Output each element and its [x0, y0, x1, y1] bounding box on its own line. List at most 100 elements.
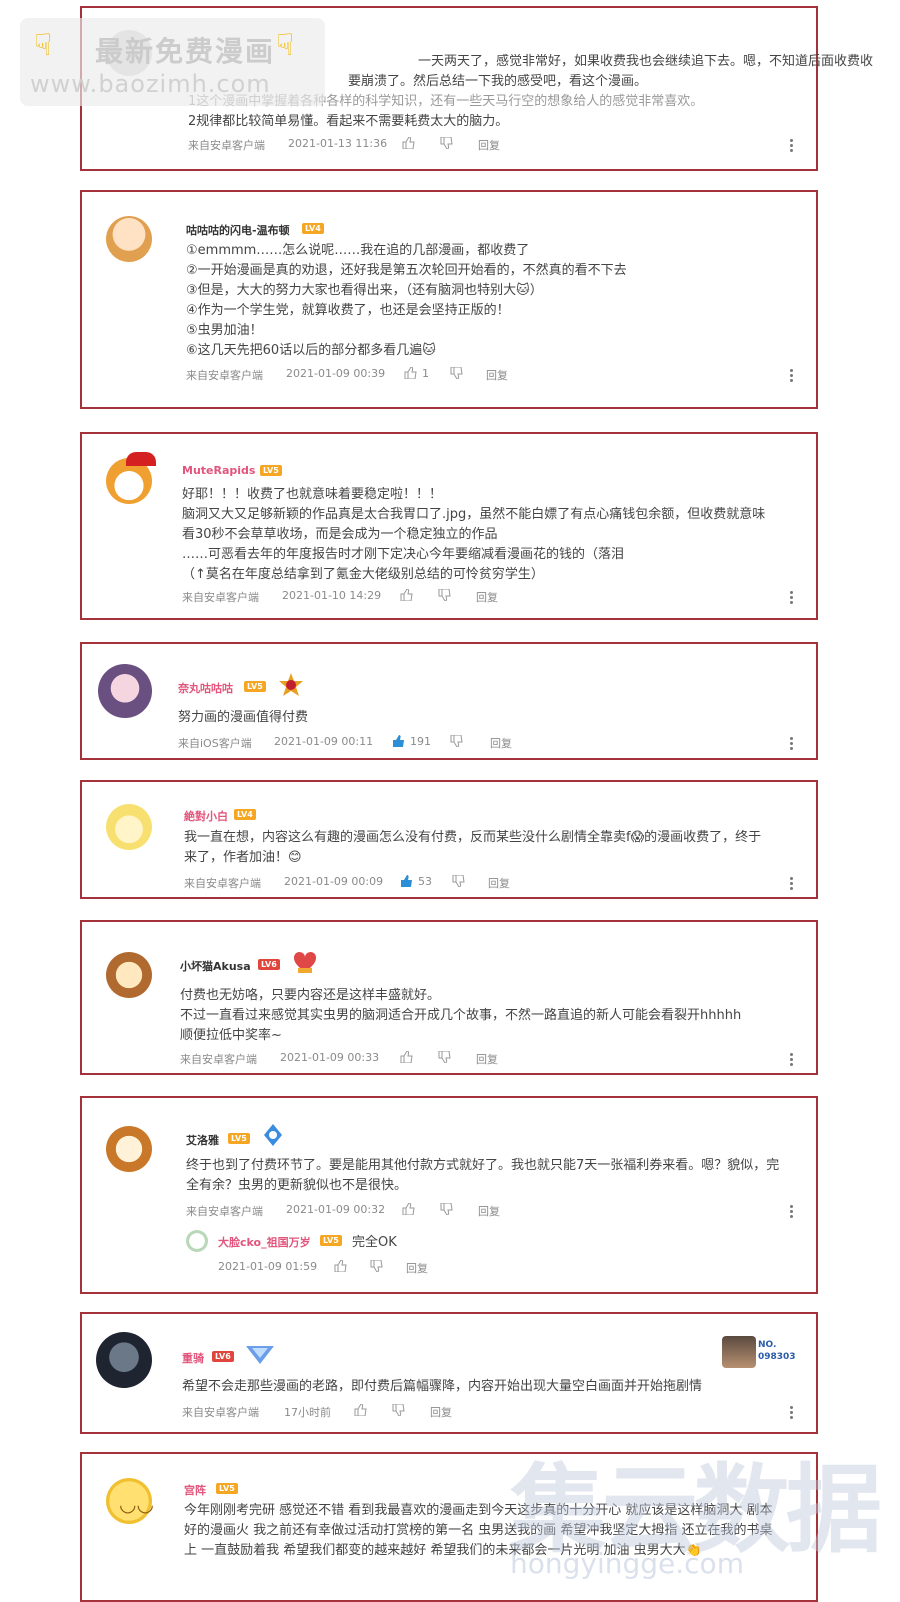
username[interactable]: 小坏猫Akusa	[180, 958, 251, 974]
comment-line: ④作为一个学生党，就算收费了，也还是会坚持正版的！	[186, 303, 510, 318]
timestamp: 2021-01-13 11:36	[288, 137, 388, 150]
like-icon[interactable]	[354, 1404, 367, 1419]
comment-card: 小坏猫Akusa LV6 付费也无妨咯，只要内容还是这样丰盛就好。 不过一直看过…	[80, 920, 818, 1075]
more-options-icon[interactable]	[790, 1205, 794, 1220]
comment-content: 希望不会走那些漫画的老路，即付费后篇幅骤降，内容开始出现大量空白画面并开始拖剧情	[182, 1377, 702, 1397]
dislike-icon[interactable]	[450, 367, 463, 382]
username[interactable]: 重骑	[182, 1350, 204, 1366]
username[interactable]: 奈丸咕咕咕	[178, 680, 233, 696]
username[interactable]: MuteRapids	[182, 464, 255, 477]
timestamp: 2021-01-09 00:33	[280, 1051, 380, 1064]
medal-icon	[246, 1346, 274, 1364]
comment-line: ①emmmm……怎么说呢……我在追的几部漫画，都收费了	[186, 243, 530, 258]
smiley-face-icon: ◡◡	[119, 1492, 154, 1516]
avatar[interactable]	[96, 1332, 152, 1388]
timestamp: 2021-01-09 00:09	[284, 875, 384, 888]
fan-badge-avatar	[722, 1336, 756, 1368]
source-label: 来自安卓客户端	[184, 877, 261, 890]
comment-line: 努力画的漫画值得付费	[178, 710, 309, 725]
dislike-icon[interactable]	[438, 1051, 451, 1066]
like-icon[interactable]	[402, 1203, 415, 1218]
source-label: 来自iOS客户端	[178, 737, 252, 750]
reply-avatar[interactable]	[186, 1230, 208, 1252]
like-count: 191	[410, 735, 431, 748]
more-options-icon[interactable]	[790, 139, 794, 154]
comment-line: 看30秒不会草草收场，而是会成为一个稳定独立的作品	[182, 527, 498, 542]
avatar[interactable]	[106, 216, 152, 262]
like-icon[interactable]	[402, 137, 415, 152]
comment-content: 我一直在想，内容这么有趣的漫画怎么没有付费，反而某些没什么剧情全靠卖f😱的漫画收…	[184, 828, 761, 868]
comment-card: 重骑 LV6 NO. 098303 希望不会走那些漫画的老路，即付费后篇幅骤降，…	[80, 1312, 818, 1434]
like-icon[interactable]	[400, 589, 413, 604]
comment-line: 好耶！！！收费了也就意味着要稳定啦！！！	[182, 487, 443, 502]
more-options-icon[interactable]	[790, 369, 794, 384]
fan-badge: NO. 098303	[722, 1336, 802, 1370]
pointing-hand-icon: ☟	[276, 28, 295, 63]
more-options-icon[interactable]	[790, 1406, 794, 1421]
comment-card: 奈丸咕咕咕 LV5 努力画的漫画值得付费 来自iOS客户端 2021-01-09…	[80, 642, 818, 760]
dislike-icon[interactable]	[438, 589, 451, 604]
watermark-title: 最新免费漫画	[95, 35, 276, 68]
username[interactable]: 艾洛雅	[186, 1132, 219, 1148]
pointing-hand-icon: ☟	[34, 28, 53, 63]
reply-username[interactable]: 大脸cko_祖国万岁	[218, 1234, 311, 1250]
reply-button[interactable]: 回复	[476, 589, 498, 605]
comment-content: 努力画的漫画值得付费	[178, 708, 308, 728]
reply-button[interactable]: 回复	[406, 1260, 428, 1276]
medal-icon	[264, 1124, 282, 1146]
username[interactable]: 宫阵	[184, 1482, 206, 1498]
comment-card: 艾洛雅 LV5 终于也到了付费环节了。要是能用其他付款方式就好了。我也就只能7天…	[80, 1096, 818, 1294]
avatar[interactable]	[106, 1126, 152, 1172]
dislike-icon[interactable]	[452, 875, 465, 890]
comment-line: 付费也无妨咯，只要内容还是这样丰盛就好。	[180, 988, 441, 1003]
level-badge: LV5	[244, 681, 266, 692]
more-options-icon[interactable]	[790, 877, 794, 892]
username[interactable]: 咕咕咕的闪电-温布顿	[186, 222, 290, 238]
reply-button[interactable]: 回复	[478, 1203, 500, 1219]
level-badge: LV4	[302, 223, 324, 234]
dislike-icon[interactable]	[440, 137, 453, 152]
santa-hat-icon	[126, 452, 156, 466]
reply-button[interactable]: 回复	[488, 875, 510, 891]
reply-button[interactable]: 回复	[430, 1404, 452, 1420]
comment-content: 终于也到了付费环节了。要是能用其他付款方式就好了。我也就只能7天一张福利券来看。…	[186, 1156, 779, 1196]
like-count: 1	[422, 367, 429, 380]
like-icon-active[interactable]	[392, 735, 405, 750]
more-options-icon[interactable]	[790, 1053, 794, 1068]
timestamp: 2021-01-09 01:59	[218, 1260, 318, 1273]
corner-watermark-url: hongyingge.com	[510, 1547, 744, 1580]
avatar[interactable]	[106, 952, 152, 998]
more-options-icon[interactable]	[790, 737, 794, 752]
avatar[interactable]	[106, 804, 152, 850]
avatar[interactable]	[98, 664, 152, 718]
reply-button[interactable]: 回复	[478, 137, 500, 153]
comment-line: 来了，作者加油！😊	[184, 850, 302, 865]
reply-button[interactable]: 回复	[486, 367, 508, 383]
more-options-icon[interactable]	[790, 591, 794, 606]
like-icon[interactable]	[400, 1051, 413, 1066]
site-watermark: ☟ 最新免费漫画 ☟ www.baozimh.com	[20, 18, 325, 106]
watermark-url: www.baozimh.com	[30, 70, 271, 98]
dislike-icon[interactable]	[450, 735, 463, 750]
level-badge: LV4	[234, 809, 256, 820]
username[interactable]: 絶對小白	[184, 808, 228, 824]
dislike-icon[interactable]	[440, 1203, 453, 1218]
comment-line: 脑洞又大又足够新颖的作品真是太合我胃口了.jpg，虽然不能白嫖了有点心痛钱包余额…	[182, 507, 766, 522]
corner-watermark: 集云数据 hongyingge.com	[510, 1432, 890, 1582]
reply-button[interactable]: 回复	[476, 1051, 498, 1067]
source-label: 来自安卓客户端	[180, 1053, 257, 1066]
comment-line: 我一直在想，内容这么有趣的漫画怎么没有付费，反而某些没什么剧情全靠卖f😱的漫画收…	[184, 830, 762, 845]
like-icon[interactable]	[404, 367, 417, 382]
like-icon-active[interactable]	[400, 875, 413, 890]
timestamp: 2021-01-09 00:32	[286, 1203, 386, 1216]
comment-line: 顺便拉低中奖率~	[180, 1028, 282, 1043]
comment-card: MuteRapids LV5 好耶！！！收费了也就意味着要稳定啦！！！ 脑洞又大…	[80, 432, 818, 620]
comment-line: 全有余？虫男的更新貌似也不是很快。	[186, 1178, 408, 1193]
reply-button[interactable]: 回复	[490, 735, 512, 751]
comment-line: ⑤虫男加油！	[186, 323, 263, 338]
comment-line: 2规律都比较简单易懂。看起来不需要耗费太大的脑力。	[188, 114, 509, 129]
dislike-icon[interactable]	[370, 1260, 383, 1275]
comment-line: 终于也到了付费环节了。要是能用其他付款方式就好了。我也就只能7天一张福利券来看。…	[186, 1158, 780, 1173]
dislike-icon[interactable]	[392, 1404, 405, 1419]
like-icon[interactable]	[334, 1260, 347, 1275]
